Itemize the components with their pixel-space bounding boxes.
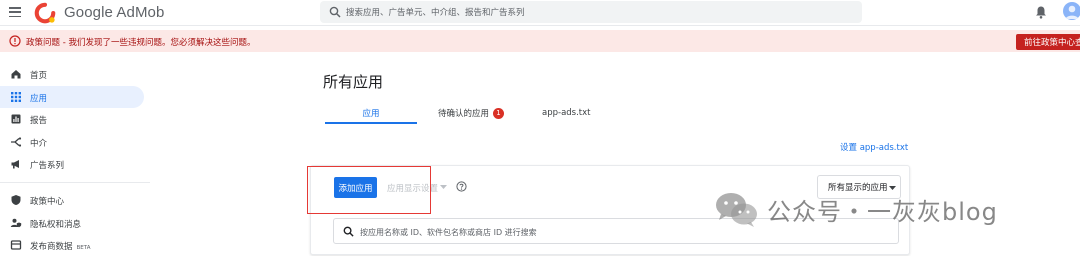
shield-icon: [11, 195, 21, 205]
setup-app-ads-link[interactable]: 设置 app-ads.txt: [840, 141, 908, 153]
sidebar-item-label: 发布商数据 BETA: [30, 240, 90, 252]
admob-logo-icon: [34, 2, 56, 24]
sidebar-nav: 首页 应用 报告 中介 广告系列 政策中心 隐私权和消息 发布商数据 BETA: [0, 60, 150, 252]
sidebar-item-label: 隐私权和消息: [30, 220, 82, 230]
sidebar-divider: [0, 182, 150, 183]
sidebar-item-privacy[interactable]: 隐私权和消息: [0, 212, 144, 234]
account-avatar[interactable]: [1063, 2, 1080, 20]
menu-icon[interactable]: [9, 7, 21, 17]
error-icon: [9, 35, 21, 47]
sidebar-item-home[interactable]: 首页: [0, 63, 144, 85]
publisher-data-icon: [10, 240, 22, 250]
person-icon: [1065, 5, 1079, 19]
sidebar-item-label: 首页: [30, 71, 48, 81]
tab-app-ads-txt[interactable]: app-ads.txt: [542, 103, 591, 123]
search-icon: [343, 226, 354, 237]
beta-badge: BETA: [76, 245, 91, 251]
sidebar-item-label: 政策中心: [30, 197, 65, 207]
apps-grid-icon: [11, 92, 21, 102]
sidebar-item-label: 报告: [30, 116, 48, 126]
sidebar-item-campaigns[interactable]: 广告系列: [0, 153, 144, 175]
watermark-text: 公众号・一灰灰blog: [767, 197, 998, 226]
sidebar-item-label: 广告系列: [30, 161, 65, 171]
global-search-input[interactable]: 搜索应用、广告单元、中介组、报告和广告系列: [320, 1, 862, 23]
sidebar-item-reports[interactable]: 报告: [0, 108, 144, 130]
privacy-icon: [10, 218, 22, 228]
tab-apps[interactable]: 应用: [325, 103, 417, 123]
mediation-icon: [11, 137, 22, 147]
sidebar-item-mediation[interactable]: 中介: [0, 131, 144, 153]
sidebar-item-label: 应用: [30, 94, 48, 104]
brand-name[interactable]: Google AdMob: [64, 4, 164, 21]
alert-message: 政策问题 - 我们发现了一些违规问题。您必须解决这些问题。: [26, 38, 256, 48]
active-tab-indicator: [325, 122, 417, 124]
reports-icon: [11, 114, 21, 124]
campaigns-icon: [11, 160, 19, 169]
notifications-bell-icon[interactable]: [1035, 5, 1047, 19]
tab-pending-label: 待确认的应用: [438, 109, 490, 119]
top-app-bar: Google AdMob 搜索应用、广告单元、中介组、报告和广告系列: [0, 0, 1080, 26]
wechat-watermark: 公众号・一灰灰blog: [713, 189, 998, 229]
chevron-down-icon: [440, 185, 447, 189]
global-search-placeholder: 搜索应用、广告单元、中介组、报告和广告系列: [346, 8, 525, 18]
policy-center-button[interactable]: 前往政策中心查看: [1016, 34, 1080, 50]
policy-alert-banner: 政策问题 - 我们发现了一些违规问题。您必须解决这些问题。 前往政策中心查看: [0, 30, 1080, 52]
sidebar-item-apps[interactable]: 应用: [0, 86, 144, 108]
search-icon: [329, 6, 341, 18]
sidebar-item-label: 中介: [30, 139, 48, 149]
highlight-annotation-box: [307, 166, 431, 214]
home-icon: [11, 70, 21, 79]
pending-count-badge: 1: [493, 107, 505, 119]
wechat-icon: [716, 193, 757, 227]
page-title: 所有应用: [323, 73, 384, 91]
help-icon[interactable]: [456, 181, 467, 192]
sidebar-item-publisher-data[interactable]: 发布商数据 BETA: [0, 234, 144, 256]
app-search-placeholder: 按应用名称或 ID、软件包名称或商店 ID 进行搜索: [360, 228, 537, 237]
tab-pending-apps[interactable]: 待确认的应用 1: [438, 103, 505, 123]
sidebar-item-policy-center[interactable]: 政策中心: [0, 189, 144, 211]
